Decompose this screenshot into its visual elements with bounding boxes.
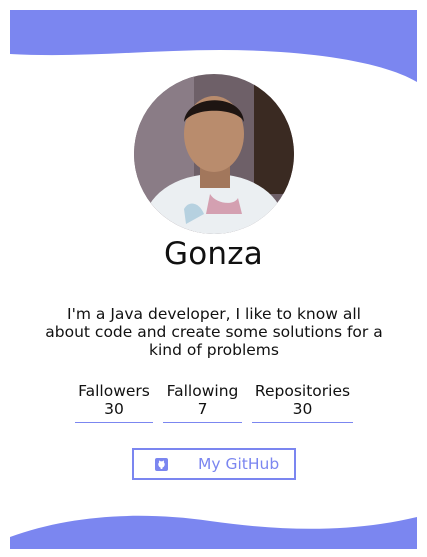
github-icon <box>155 458 168 471</box>
bottom-wave-decoration <box>10 515 417 549</box>
followers-count: 30 <box>104 400 124 418</box>
profile-name: Gonza <box>164 236 263 272</box>
github-button-label: My GitHub <box>198 455 280 473</box>
repositories-label: Repositories <box>254 382 351 400</box>
github-button[interactable]: My GitHub <box>132 448 296 480</box>
stats-row: Fallowers 30 Fallowing 7 Repositories 30 <box>0 382 427 426</box>
followers-stat: Fallowers 30 <box>75 382 153 423</box>
profile-card: Gonza I'm a Java developer, I like to kn… <box>0 0 427 557</box>
avatar <box>134 74 294 234</box>
repositories-stat: Repositories 30 <box>252 382 353 423</box>
following-label: Fallowing <box>166 382 239 400</box>
followers-label: Fallowers <box>78 382 150 400</box>
following-stat: Fallowing 7 <box>163 382 242 423</box>
following-count: 7 <box>197 400 208 418</box>
repositories-count: 30 <box>292 400 313 418</box>
profile-bio: I'm a Java developer, I like to know all… <box>45 305 383 359</box>
